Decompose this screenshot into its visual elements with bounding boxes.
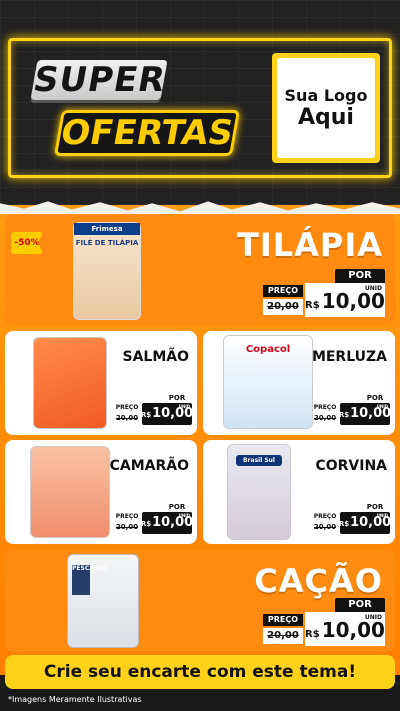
unit-label: UNID xyxy=(178,513,190,518)
new-price-box: R$ 10,00 UNID xyxy=(305,612,385,646)
product-card-camarao[interactable]: CAMARÃO POR PREÇO 20,00 R$ 10,00 UNID xyxy=(5,440,197,544)
product-name: CAÇÃO xyxy=(254,562,383,600)
new-price-box: R$ 10,00 UNID xyxy=(140,403,193,425)
old-price: 20,00 xyxy=(313,414,337,422)
new-price-box: R$ 10,00 UNID xyxy=(338,512,391,534)
product-name: SALMÃO xyxy=(122,349,189,365)
old-price: 20,00 xyxy=(115,523,139,531)
corvina-package-image: Brasil Sul xyxy=(227,444,291,540)
brand-label: Brasil Sul xyxy=(236,455,282,466)
price-tag: POR PREÇO 20,00 R$ 10,00 UNID xyxy=(263,269,385,319)
por-label: POR xyxy=(168,394,186,402)
title-super: SUPER xyxy=(30,60,169,100)
preco-label: PREÇO xyxy=(313,404,337,411)
unit-label: UNID xyxy=(178,404,190,409)
currency: R$ xyxy=(338,411,350,419)
price-tag: POR PREÇO 20,00 R$ 10,00 UNID xyxy=(263,598,385,648)
currency: R$ xyxy=(305,300,320,311)
logo-text-line1: Sua Logo xyxy=(284,86,368,105)
preco-label: PREÇO xyxy=(263,285,303,297)
brand-label: Frimesa xyxy=(74,223,140,235)
por-label: POR xyxy=(366,503,384,511)
currency: R$ xyxy=(140,520,152,528)
price-tag: POR PREÇO 20,00 R$ 10,00 UNID xyxy=(112,393,193,427)
old-price: 20,00 xyxy=(115,414,139,422)
merluza-package-image: Copacol xyxy=(223,335,313,429)
footer-disclaimer: *Imagens Meramente Ilustrativas xyxy=(8,695,142,704)
por-label: POR xyxy=(168,503,186,511)
currency: R$ xyxy=(305,629,320,640)
product-card-salmao[interactable]: SALMÃO POR PREÇO 20,00 R$ 10,00 UNID xyxy=(5,331,197,435)
package-label: FILÉ DE TILÁPIA xyxy=(75,239,139,247)
cta-banner[interactable]: Crie seu encarte com este tema! xyxy=(5,655,395,689)
product-name: TILÁPIA xyxy=(236,226,383,264)
cacao-package-image: PESCADOS xyxy=(67,554,139,648)
preco-label: PREÇO xyxy=(263,614,303,626)
featured-product-tilapia[interactable]: -50% Frimesa FILÉ DE TILÁPIA TILÁPIA POR… xyxy=(5,214,395,326)
camarao-package-image xyxy=(30,446,110,538)
old-price: 20,00 xyxy=(313,523,337,531)
featured-product-cacao[interactable]: PESCADOS CAÇÃO POR PREÇO 20,00 R$ 10,00 … xyxy=(5,550,395,652)
product-name: MERLUZA xyxy=(311,349,387,365)
price-tag: POR PREÇO 20,00 R$ 10,00 UNID xyxy=(310,393,391,427)
price-tag: POR PREÇO 20,00 R$ 10,00 UNID xyxy=(310,502,391,536)
por-label: POR xyxy=(335,269,385,283)
por-label: POR xyxy=(335,598,385,612)
new-price: 10,00 xyxy=(321,289,385,313)
currency: R$ xyxy=(140,411,152,419)
tilapia-package-image: Frimesa FILÉ DE TILÁPIA xyxy=(73,222,141,320)
product-card-merluza[interactable]: Copacol MERLUZA POR PREÇO 20,00 R$ 10,00… xyxy=(203,331,395,435)
new-price-box: R$ 10,00 UNID xyxy=(140,512,193,534)
salmao-package-image xyxy=(33,337,107,429)
preco-label: PREÇO xyxy=(115,404,139,411)
currency: R$ xyxy=(338,520,350,528)
brand-label: PESCADOS xyxy=(72,565,108,595)
preco-label: PREÇO xyxy=(115,513,139,520)
product-name: CORVINA xyxy=(315,458,387,474)
old-price: 20,00 xyxy=(263,628,303,644)
title-ofertas: OFERTAS xyxy=(53,110,241,156)
old-price: 20,00 xyxy=(263,299,303,315)
por-label: POR xyxy=(366,394,384,402)
header-banner: SUPER OFERTAS Sua Logo Aqui xyxy=(0,0,400,205)
logo-text-line2: Aqui xyxy=(298,105,354,130)
product-card-corvina[interactable]: Brasil Sul CORVINA POR PREÇO 20,00 R$ 10… xyxy=(203,440,395,544)
brand-label: Copacol xyxy=(245,344,291,355)
new-price-box: R$ 10,00 UNID xyxy=(305,283,385,317)
discount-badge: -50% xyxy=(11,232,43,254)
new-price-box: R$ 10,00 UNID xyxy=(338,403,391,425)
unit-label: UNID xyxy=(376,404,388,409)
price-tag: POR PREÇO 20,00 R$ 10,00 UNID xyxy=(112,502,193,536)
preco-label: PREÇO xyxy=(313,513,337,520)
unit-label: UNID xyxy=(364,285,382,292)
unit-label: UNID xyxy=(364,614,382,621)
product-name: CAMARÃO xyxy=(109,458,189,474)
logo-placeholder[interactable]: Sua Logo Aqui xyxy=(272,53,380,163)
unit-label: UNID xyxy=(376,513,388,518)
new-price: 10,00 xyxy=(321,618,385,642)
